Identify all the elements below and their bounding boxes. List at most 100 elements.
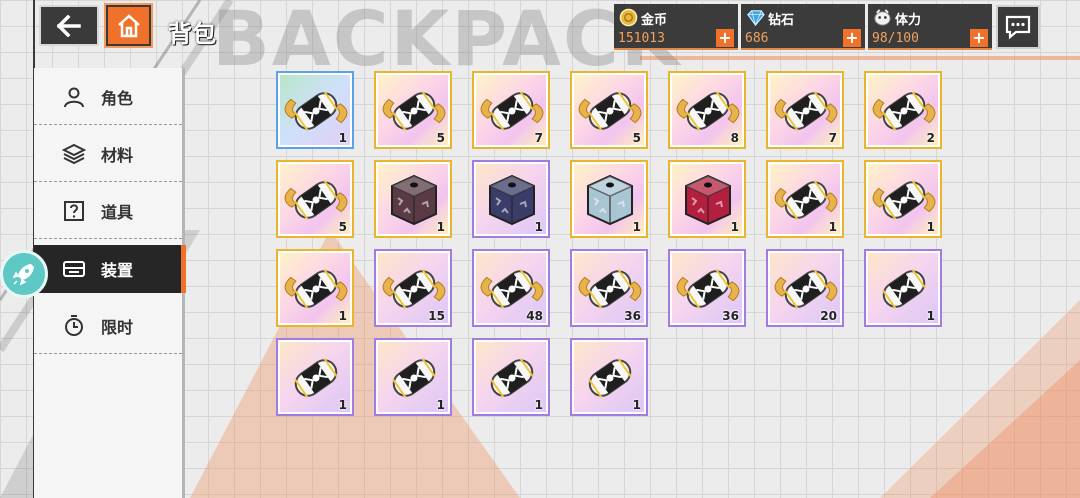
item-count: 1 (436, 220, 445, 234)
chat-bubble-icon (1005, 15, 1031, 40)
item-count: 15 (428, 309, 445, 323)
sidebar-divider (34, 124, 182, 125)
sidebar-item-props[interactable]: 道具 (34, 187, 182, 239)
item-count: 1 (338, 398, 347, 412)
inventory-item[interactable]: 1 (276, 249, 354, 327)
inventory-item-frame: 7 (768, 73, 842, 147)
category-sidebar: 角色 材料 道具 装置 限时 (34, 68, 186, 498)
inventory-item-frame: 20 (768, 251, 842, 325)
inventory-item[interactable]: 1 (864, 249, 942, 327)
stamina-label: 体力 (895, 13, 922, 28)
inventory-item-frame: 15 (376, 251, 450, 325)
item-count: 1 (338, 131, 347, 145)
inventory-item[interactable]: 1 (276, 71, 354, 149)
diamond-add-button[interactable]: + (843, 29, 861, 47)
inventory-item-frame: 5 (376, 73, 450, 147)
inventory-item[interactable]: 1 (570, 160, 648, 238)
gold-resource: 金币 151013 + (614, 4, 738, 50)
item-count: 5 (632, 131, 641, 145)
inventory-item[interactable]: 1 (276, 338, 354, 416)
inventory-item-frame: 8 (670, 73, 744, 147)
timer-icon (65, 315, 83, 336)
item-count: 36 (624, 309, 641, 323)
back-button[interactable] (39, 5, 99, 46)
inventory-item-frame: 5 (572, 73, 646, 147)
inventory-item[interactable]: 5 (374, 71, 452, 149)
gold-value: 151013 (618, 31, 665, 46)
item-count: 5 (436, 131, 445, 145)
inventory-item-frame: 1 (474, 340, 548, 414)
sidebar-item-characters[interactable]: 角色 (34, 73, 182, 125)
layers-icon (62, 143, 86, 165)
item-count: 36 (722, 309, 739, 323)
inventory-item[interactable]: 20 (766, 249, 844, 327)
item-count: 1 (828, 220, 837, 234)
stamina-value: 98/100 (872, 31, 919, 46)
inventory-item[interactable]: 48 (472, 249, 550, 327)
inventory-item-frame: 1 (474, 162, 548, 236)
sidebar-item-devices[interactable]: 装置 (34, 245, 186, 293)
item-count: 48 (526, 309, 543, 323)
inventory-item[interactable]: 2 (864, 71, 942, 149)
inventory-item[interactable]: 8 (668, 71, 746, 149)
diamond-value: 686 (745, 31, 769, 46)
inventory-item-frame: 1 (572, 162, 646, 236)
item-count: 1 (926, 220, 935, 234)
inventory-item[interactable]: 7 (766, 71, 844, 149)
inventory-item-frame: 1 (278, 251, 352, 325)
arrow-left-icon (57, 14, 81, 37)
rocket-icon (12, 264, 34, 286)
question-box-icon (64, 201, 84, 221)
item-count: 7 (828, 131, 837, 145)
chat-button[interactable] (996, 5, 1040, 49)
inventory-item[interactable]: 1 (766, 160, 844, 238)
inventory-item[interactable]: 15 (374, 249, 452, 327)
stamina-resource: 体力 98/100 + (868, 4, 992, 50)
gold-label: 金币 (641, 13, 668, 28)
inventory-item[interactable]: 1 (472, 160, 550, 238)
gold-coin-icon (619, 8, 638, 27)
inventory-item[interactable]: 1 (668, 160, 746, 238)
item-count: 20 (820, 309, 837, 323)
page-title: 背包 (168, 20, 216, 48)
inventory-item-frame: 1 (572, 340, 646, 414)
item-count: 1 (632, 220, 641, 234)
diamond-resource: 钻石 686 + (741, 4, 865, 50)
sidebar-divider (34, 238, 182, 239)
item-count: 1 (534, 220, 543, 234)
inventory-item[interactable]: 1 (374, 338, 452, 416)
inventory-item-frame: 48 (474, 251, 548, 325)
inventory-item[interactable]: 36 (668, 249, 746, 327)
item-count: 1 (338, 309, 347, 323)
stamina-add-button[interactable]: + (970, 29, 988, 47)
home-icon (117, 13, 140, 37)
inventory-item[interactable]: 1 (570, 338, 648, 416)
inventory-item-frame: 7 (474, 73, 548, 147)
item-count: 1 (534, 398, 543, 412)
inventory-item[interactable]: 5 (276, 160, 354, 238)
inventory-item-frame: 36 (572, 251, 646, 325)
inventory-item[interactable]: 1 (374, 160, 452, 238)
item-count: 1 (632, 398, 641, 412)
inventory-item[interactable]: 1 (864, 160, 942, 238)
rocket-launch-button[interactable] (0, 250, 48, 298)
inventory-item[interactable]: 36 (570, 249, 648, 327)
person-icon (64, 87, 84, 108)
diamond-icon (747, 10, 765, 27)
home-button[interactable] (104, 3, 153, 48)
sidebar-item-materials[interactable]: 材料 (34, 130, 182, 182)
inventory-item[interactable]: 5 (570, 71, 648, 149)
inventory-item[interactable]: 7 (472, 71, 550, 149)
inventory-item-frame: 1 (866, 162, 940, 236)
inventory-item[interactable]: 1 (472, 338, 550, 416)
inventory-item-frame: 1 (866, 251, 940, 325)
item-count: 1 (730, 220, 739, 234)
device-icon (63, 261, 85, 277)
gold-add-button[interactable]: + (716, 29, 734, 47)
diamond-label: 钻石 (768, 13, 795, 28)
item-count: 2 (926, 131, 935, 145)
sidebar-item-label: 装置 (101, 261, 134, 280)
item-count: 7 (534, 131, 543, 145)
item-count: 8 (730, 131, 739, 145)
sidebar-item-limited[interactable]: 限时 (34, 302, 182, 354)
